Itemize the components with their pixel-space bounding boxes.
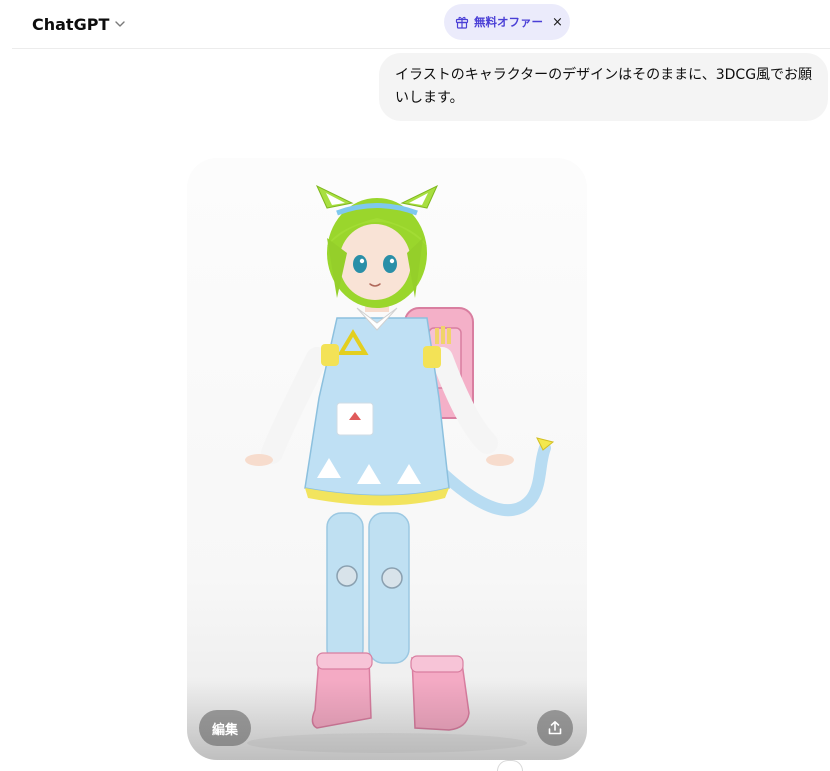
share-image-button[interactable] bbox=[537, 710, 573, 746]
gift-icon bbox=[455, 16, 469, 29]
model-name: ChatGPT bbox=[32, 14, 110, 34]
top-bar: ChatGPT 無料オファー × bbox=[0, 0, 830, 48]
model-switcher[interactable]: ChatGPT bbox=[24, 9, 135, 39]
scroll-down-button[interactable] bbox=[497, 760, 523, 771]
header-divider bbox=[12, 48, 830, 49]
free-offer-badge[interactable]: 無料オファー × bbox=[444, 4, 570, 40]
offer-label: 無料オファー bbox=[474, 15, 543, 29]
chevron-down-icon bbox=[115, 21, 126, 27]
generated-image-card[interactable]: 編集 bbox=[187, 158, 587, 760]
edit-image-button[interactable]: 編集 bbox=[199, 710, 251, 746]
user-message-bubble: イラストのキャラクターのデザインはそのままに、3DCG風でお願いします。 bbox=[379, 53, 828, 121]
share-icon bbox=[548, 721, 562, 735]
offer-close-button[interactable]: × bbox=[552, 15, 563, 30]
generated-image bbox=[245, 184, 555, 753]
